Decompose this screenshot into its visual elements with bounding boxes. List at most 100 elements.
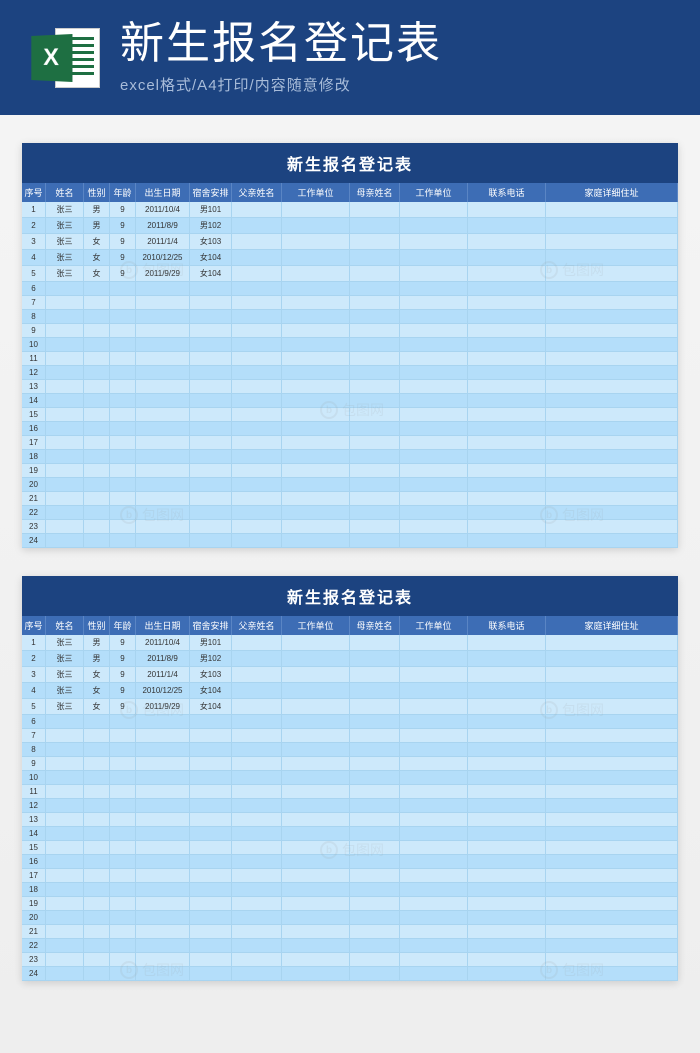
cell-work2 xyxy=(400,422,468,436)
cell-dorm xyxy=(190,729,232,743)
cell-addr xyxy=(546,324,678,338)
cell-seq: 13 xyxy=(22,813,46,827)
header-birth: 出生日期 xyxy=(136,183,190,202)
cell-work2 xyxy=(400,234,468,250)
cell-work1 xyxy=(282,841,350,855)
cell-mname xyxy=(350,464,400,478)
cell-addr xyxy=(546,408,678,422)
cell-birth: 2011/9/29 xyxy=(136,266,190,282)
cell-sex xyxy=(84,282,110,296)
cell-sex: 女 xyxy=(84,266,110,282)
cell-addr xyxy=(546,939,678,953)
cell-addr xyxy=(546,883,678,897)
sheet-body-1: 1张三男92011/10/4男1012张三男92011/8/9男1023张三女9… xyxy=(22,202,678,548)
table-row: 16 xyxy=(22,422,678,436)
cell-addr xyxy=(546,506,678,520)
header-addr: 家庭详细住址 xyxy=(546,183,678,202)
cell-seq: 7 xyxy=(22,729,46,743)
cell-name xyxy=(46,492,84,506)
cell-name xyxy=(46,911,84,925)
cell-work1 xyxy=(282,310,350,324)
cell-fname xyxy=(232,234,282,250)
cell-addr xyxy=(546,651,678,667)
cell-fname xyxy=(232,827,282,841)
cell-sex xyxy=(84,380,110,394)
cell-addr xyxy=(546,266,678,282)
cell-age: 9 xyxy=(110,683,136,699)
cell-work1 xyxy=(282,911,350,925)
cell-fname xyxy=(232,408,282,422)
cell-birth: 2011/10/4 xyxy=(136,202,190,218)
cell-name xyxy=(46,743,84,757)
cell-birth xyxy=(136,743,190,757)
cell-mname xyxy=(350,282,400,296)
cell-sex xyxy=(84,506,110,520)
cell-birth: 2011/8/9 xyxy=(136,218,190,234)
cell-work1 xyxy=(282,799,350,813)
cell-work2 xyxy=(400,771,468,785)
header-name: 姓名 xyxy=(46,183,84,202)
cell-age xyxy=(110,939,136,953)
cell-work1 xyxy=(282,757,350,771)
header-dorm: 宿舍安排 xyxy=(190,616,232,635)
table-row: 20 xyxy=(22,911,678,925)
cell-fname xyxy=(232,771,282,785)
cell-mname xyxy=(350,667,400,683)
cell-sex xyxy=(84,352,110,366)
cell-work2 xyxy=(400,296,468,310)
cell-dorm xyxy=(190,352,232,366)
cell-fname xyxy=(232,478,282,492)
cell-work2 xyxy=(400,967,468,981)
cell-age xyxy=(110,883,136,897)
cell-dorm xyxy=(190,506,232,520)
cell-seq: 24 xyxy=(22,967,46,981)
cell-phone xyxy=(468,651,546,667)
cell-work2 xyxy=(400,699,468,715)
cell-birth xyxy=(136,939,190,953)
cell-work2 xyxy=(400,310,468,324)
cell-work1 xyxy=(282,366,350,380)
cell-work1 xyxy=(282,771,350,785)
cell-sex xyxy=(84,897,110,911)
cell-mname xyxy=(350,827,400,841)
cell-addr xyxy=(546,683,678,699)
cell-sex xyxy=(84,799,110,813)
cell-work2 xyxy=(400,534,468,548)
cell-sex xyxy=(84,408,110,422)
cell-seq: 8 xyxy=(22,310,46,324)
cell-addr xyxy=(546,296,678,310)
cell-mname xyxy=(350,953,400,967)
cell-age xyxy=(110,911,136,925)
cell-mname xyxy=(350,841,400,855)
cell-sex xyxy=(84,813,110,827)
cell-seq: 16 xyxy=(22,855,46,869)
cell-name: 张三 xyxy=(46,234,84,250)
cell-mname xyxy=(350,266,400,282)
cell-fname xyxy=(232,897,282,911)
cell-name xyxy=(46,869,84,883)
cell-birth xyxy=(136,841,190,855)
cell-addr xyxy=(546,953,678,967)
cell-name: 张三 xyxy=(46,635,84,651)
cell-dorm xyxy=(190,394,232,408)
cell-phone xyxy=(468,408,546,422)
cell-phone xyxy=(468,394,546,408)
cell-addr xyxy=(546,785,678,799)
cell-age: 9 xyxy=(110,234,136,250)
cell-birth xyxy=(136,883,190,897)
cell-name xyxy=(46,506,84,520)
cell-seq: 10 xyxy=(22,771,46,785)
cell-work1 xyxy=(282,827,350,841)
cell-addr xyxy=(546,380,678,394)
cell-work2 xyxy=(400,785,468,799)
cell-age: 9 xyxy=(110,635,136,651)
cell-addr xyxy=(546,771,678,785)
cell-work2 xyxy=(400,635,468,651)
table-row: 16 xyxy=(22,855,678,869)
cell-dorm xyxy=(190,478,232,492)
cell-fname xyxy=(232,338,282,352)
cell-age xyxy=(110,715,136,729)
cell-mname xyxy=(350,635,400,651)
cell-birth xyxy=(136,827,190,841)
cell-name xyxy=(46,883,84,897)
